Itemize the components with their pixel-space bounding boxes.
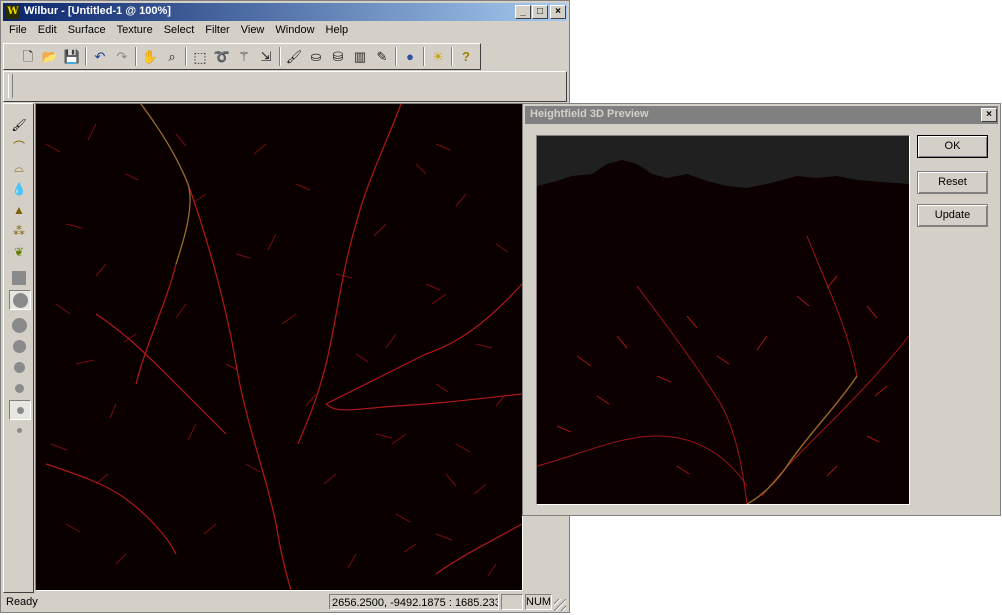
toolbox: 🖌 ⌒ ⌓ 💧 ▲ ⁂ ❦	[3, 103, 34, 593]
resize-grip[interactable]	[554, 599, 566, 611]
pencil-icon[interactable]: ✎	[372, 47, 392, 67]
ok-button[interactable]: OK	[917, 135, 988, 158]
brush-size-s-icon[interactable]	[9, 379, 29, 397]
brush-size-xl-icon[interactable]	[9, 316, 29, 334]
toolbar-separator	[85, 47, 87, 66]
light-icon[interactable]: ☀	[428, 47, 448, 67]
status-coordinates: 2656.2500, -9492.1875 : 1685.2339	[329, 594, 499, 610]
brush-size-l-icon[interactable]	[9, 337, 29, 355]
gradient-icon[interactable]: ▥	[350, 47, 370, 67]
close-button[interactable]: ×	[550, 5, 566, 19]
save-icon[interactable]: 💾	[62, 47, 82, 67]
help-icon[interactable]: ?	[456, 47, 476, 67]
toolbar-separator	[135, 47, 137, 66]
menu-select[interactable]: Select	[158, 22, 200, 36]
heightfield-preview-dialog: Heightfield 3D Preview × OK Reset Update	[522, 103, 1001, 516]
window-title: Wilbur - [Untitled-1 @ 100%]	[24, 5, 171, 17]
status-ready: Ready	[6, 596, 38, 608]
toolbar-separator	[279, 47, 281, 66]
menu-surface[interactable]: Surface	[62, 22, 111, 36]
toolbar-separator	[185, 47, 187, 66]
zoom-icon[interactable]: ⌕	[162, 47, 182, 67]
undo-icon[interactable]: ↶	[90, 47, 110, 67]
open-icon[interactable]: 📂	[40, 47, 60, 67]
leaf-icon[interactable]: ❦	[9, 243, 29, 261]
main-toolbar: 🗋 📂 💾 ↶ ↷ ✋ ⌕ ⬚ ➰ ⚚ ⇲ 🖌 ⛀ ⛁ ▥ ✎ ● ☀ ?	[3, 43, 481, 70]
heightfield-canvas[interactable]	[35, 103, 523, 591]
status-bar: Ready 2656.2500, -9492.1875 : 1685.2339 …	[3, 593, 567, 612]
globe-icon[interactable]: ●	[400, 47, 420, 67]
menu-file[interactable]: File	[3, 22, 32, 36]
brush-size-xxs-icon[interactable]	[9, 421, 29, 439]
3d-preview-viewport[interactable]	[536, 135, 910, 505]
brush-size-xs-icon[interactable]	[9, 400, 31, 420]
toolbar-separator	[451, 47, 453, 66]
minimize-button[interactable]: _	[515, 5, 531, 19]
menu-edit[interactable]: Edit	[32, 22, 62, 36]
menu-texture[interactable]: Texture	[111, 22, 158, 36]
menu-help[interactable]: Help	[320, 22, 354, 36]
redo-icon[interactable]: ↷	[112, 47, 132, 67]
terrain-raise-icon[interactable]: ⌓	[9, 159, 29, 177]
square-brush-icon[interactable]	[9, 268, 29, 286]
update-button[interactable]: Update	[917, 204, 988, 227]
fill-icon[interactable]: ⛀	[306, 47, 326, 67]
noise-icon[interactable]: ⁂	[9, 222, 29, 240]
stamp-icon[interactable]: ⛁	[328, 47, 348, 67]
toolbar-grip[interactable]	[8, 74, 13, 98]
hand-icon[interactable]: ✋	[140, 47, 160, 67]
drop-icon[interactable]: 💧	[9, 180, 29, 198]
status-blank-pane	[501, 594, 523, 610]
dialog-title: Heightfield 3D Preview	[530, 108, 649, 120]
3d-terrain-render	[537, 136, 909, 504]
lasso-icon[interactable]: ➰	[212, 47, 232, 67]
brush-icon[interactable]: 🖌	[284, 47, 304, 67]
brush-size-m-icon[interactable]	[9, 358, 29, 376]
status-num-lock: NUM	[525, 594, 552, 610]
main-title-bar[interactable]: W Wilbur - [Untitled-1 @ 100%] _ □ ×	[3, 3, 567, 21]
magic-wand-icon[interactable]: ⚚	[234, 47, 254, 67]
toolbar-separator	[395, 47, 397, 66]
new-icon[interactable]: 🗋	[18, 47, 38, 67]
move-point-icon[interactable]: ⇲	[256, 47, 276, 67]
brush-tool-icon[interactable]: 🖌	[9, 116, 29, 134]
terrain-lower-icon[interactable]: ⌒	[9, 138, 29, 156]
round-brush-icon[interactable]	[9, 290, 31, 310]
maximize-button[interactable]: □	[532, 5, 548, 19]
menu-view[interactable]: View	[235, 22, 270, 36]
tool-options-bar	[3, 71, 567, 102]
toolbar-separator	[423, 47, 425, 66]
main-window: W Wilbur - [Untitled-1 @ 100%] _ □ × Fil…	[0, 0, 570, 613]
reset-button[interactable]: Reset	[917, 171, 988, 194]
menu-window[interactable]: Window	[269, 22, 319, 36]
peak-icon[interactable]: ▲	[9, 201, 29, 219]
menu-bar: File Edit Surface Texture Select Filter View Wi…	[3, 22, 567, 41]
wilbur-app-icon[interactable]: W	[6, 5, 20, 19]
menu-filter[interactable]: Filter	[199, 22, 234, 36]
dialog-title-bar[interactable]: Heightfield 3D Preview ×	[525, 106, 998, 124]
rect-select-icon[interactable]: ⬚	[190, 47, 210, 67]
terrain-map	[45, 104, 522, 590]
dialog-close-button[interactable]: ×	[981, 108, 997, 122]
